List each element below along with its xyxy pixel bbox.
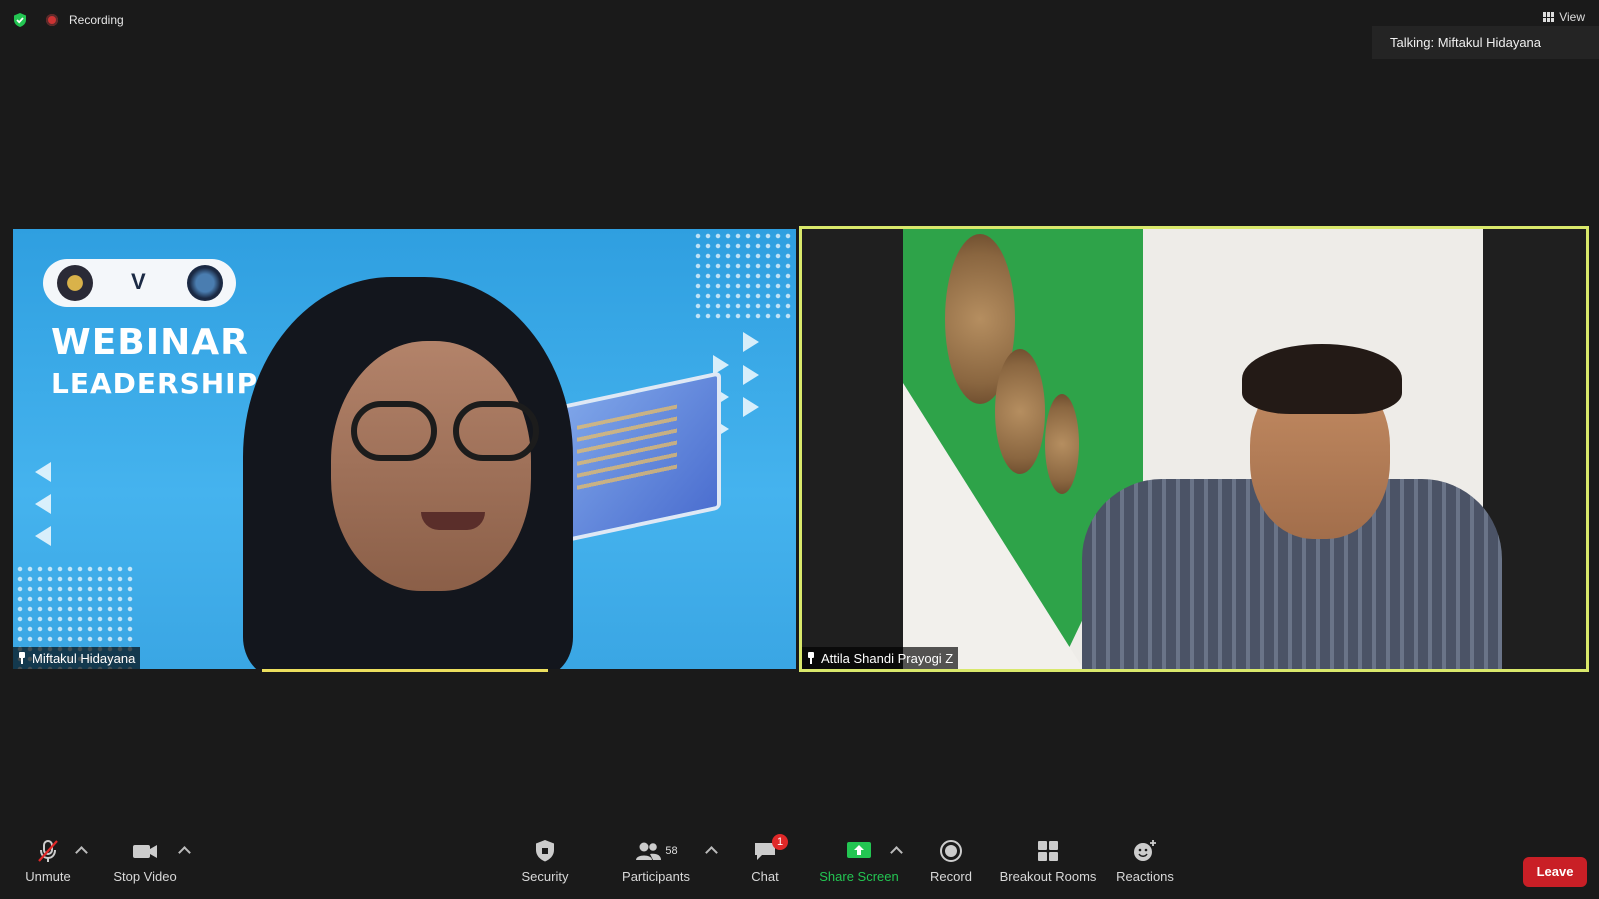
- participants-options-caret[interactable]: [705, 846, 718, 859]
- share-screen-icon: [845, 838, 873, 864]
- mic-muted-icon: [35, 838, 61, 864]
- security-button[interactable]: Security: [517, 838, 573, 884]
- security-shield-icon: [533, 838, 557, 864]
- chat-label: Chat: [751, 869, 779, 884]
- reactions-label: Reactions: [1116, 869, 1174, 884]
- decor-arrow: [35, 526, 51, 546]
- video-tile-miftakul[interactable]: V WEBINAR LEADERSHIP & IT Miftakul Hiday…: [13, 229, 796, 669]
- decor-arrow: [743, 397, 759, 417]
- participant-name: Miftakul Hidayana: [32, 650, 136, 666]
- chat-bubble-icon: 1: [752, 834, 788, 864]
- participant-name-tag: Attila Shandi Prayogi Z: [802, 647, 959, 669]
- record-icon: [939, 838, 963, 864]
- video-tile-attila[interactable]: Attila Shandi Prayogi Z: [799, 226, 1589, 672]
- security-label: Security: [521, 869, 569, 884]
- participant-mouth: [421, 512, 485, 530]
- wall-basket-decor: [995, 349, 1045, 474]
- participant-name: Attila Shandi Prayogi Z: [821, 650, 954, 666]
- reactions-button[interactable]: Reactions: [1116, 838, 1174, 884]
- webinar-logos: V: [43, 259, 236, 307]
- talking-indicator: Talking: Miftakul Hidayana: [1372, 26, 1599, 59]
- view-label: View: [1559, 10, 1585, 24]
- chat-unread-badge: 1: [772, 834, 788, 850]
- shield-check-icon[interactable]: [12, 12, 28, 28]
- share-screen-button[interactable]: Share Screen: [819, 838, 899, 884]
- meeting-top-bar: Recording View: [0, 0, 1599, 40]
- decor-arrow: [743, 332, 759, 352]
- participant-face: [331, 341, 531, 591]
- decor-arrow: [35, 462, 51, 482]
- wall-basket-decor: [1045, 394, 1079, 494]
- active-speaker-indicator: [262, 669, 548, 672]
- participants-count: 58: [665, 845, 678, 857]
- video-options-caret[interactable]: [178, 846, 191, 859]
- stop-video-button[interactable]: Stop Video: [110, 838, 180, 884]
- university-seal-logo: [57, 265, 93, 301]
- record-button[interactable]: Record: [930, 838, 972, 884]
- grid-view-icon: [1543, 12, 1555, 22]
- glasses: [453, 401, 539, 461]
- laptop-graphic: [553, 371, 721, 545]
- decor-dots: [693, 231, 793, 319]
- pin-icon[interactable]: [806, 652, 816, 664]
- participants-label: Participants: [622, 869, 690, 884]
- vokasi-logo: V: [131, 269, 146, 294]
- record-label: Record: [930, 869, 972, 884]
- breakout-rooms-button[interactable]: Breakout Rooms: [1000, 838, 1096, 884]
- unmute-label: Unmute: [25, 869, 71, 884]
- chat-button[interactable]: 1 Chat: [750, 834, 788, 884]
- participant-hair: [1242, 344, 1402, 414]
- pin-icon[interactable]: [17, 652, 27, 664]
- leave-button[interactable]: Leave: [1523, 857, 1587, 887]
- decor-arrow: [35, 494, 51, 514]
- participants-icon: 58: [634, 838, 678, 864]
- glasses: [351, 401, 437, 461]
- share-screen-label: Share Screen: [819, 869, 899, 884]
- audio-options-caret[interactable]: [75, 846, 88, 859]
- breakout-rooms-icon: [1036, 838, 1060, 864]
- view-button[interactable]: View: [1543, 10, 1585, 24]
- participant-name-tag: Miftakul Hidayana: [13, 647, 141, 669]
- breakout-rooms-label: Breakout Rooms: [999, 869, 1097, 884]
- decor-arrow: [743, 365, 759, 385]
- globe-logo: [187, 265, 223, 301]
- meeting-toolbar: Unmute Stop Video Security 58 Participan…: [0, 834, 1599, 899]
- video-camera-icon: [131, 838, 159, 864]
- recording-label: Recording: [69, 13, 124, 27]
- stop-video-label: Stop Video: [113, 869, 177, 884]
- reactions-icon: [1132, 838, 1158, 864]
- participants-button[interactable]: 58 Participants: [622, 838, 690, 884]
- unmute-button[interactable]: Unmute: [22, 838, 74, 884]
- recording-icon: [46, 14, 58, 26]
